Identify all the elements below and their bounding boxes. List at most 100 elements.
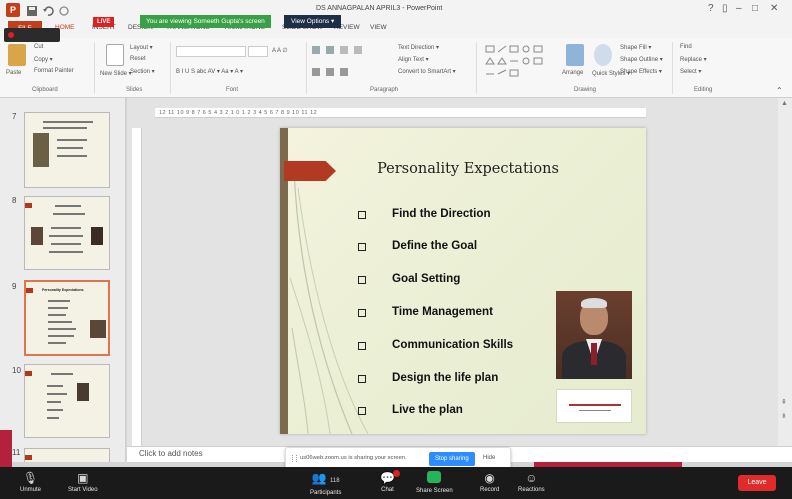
- convert-smartart-button[interactable]: Convert to SmartArt ▾: [398, 68, 456, 75]
- shape-fill-button[interactable]: Shape Fill ▾: [620, 44, 651, 51]
- record-button[interactable]: ◉ Record: [480, 471, 499, 493]
- group-divider: [94, 42, 95, 94]
- reactions-label: Reactions: [518, 487, 545, 493]
- ribbon: Paste Cut Copy ▾ Format Painter Clipboar…: [0, 38, 792, 98]
- undo-icon[interactable]: [42, 4, 54, 16]
- share-screen-button[interactable]: Share Screen: [416, 471, 453, 494]
- signature-image[interactable]: [556, 389, 632, 423]
- layout-button[interactable]: Layout ▾: [130, 44, 153, 51]
- new-slide-icon[interactable]: [106, 44, 124, 66]
- paste-icon[interactable]: [8, 44, 26, 66]
- minimize-button[interactable]: –: [736, 3, 742, 14]
- format-painter-button[interactable]: Format Painter: [34, 68, 74, 74]
- slide-title[interactable]: Personality Expectations: [368, 161, 568, 177]
- redo-icon[interactable]: [58, 4, 70, 16]
- align-left-icon[interactable]: [312, 68, 320, 76]
- align-center-icon[interactable]: [326, 68, 334, 76]
- find-button[interactable]: Find: [680, 44, 692, 50]
- hide-button[interactable]: Hide: [483, 455, 495, 461]
- cut-button[interactable]: Cut: [34, 44, 43, 50]
- start-video-label: Start Video: [68, 487, 98, 493]
- previous-slide-icon[interactable]: ⇞: [781, 398, 787, 406]
- participants-button[interactable]: 👥 118 Participants: [310, 471, 341, 496]
- tab-view[interactable]: VIEW: [370, 24, 387, 31]
- thumbnail-line: [43, 127, 87, 129]
- drag-handle-icon[interactable]: [292, 455, 297, 462]
- font-size-box[interactable]: [248, 46, 268, 57]
- help-button[interactable]: ?: [708, 3, 714, 14]
- font-size-controls[interactable]: A A ∅: [272, 47, 288, 54]
- thumbnail-photo: [33, 133, 49, 167]
- slide-thumbnail-10[interactable]: [24, 364, 110, 438]
- portrait-photo[interactable]: [556, 291, 632, 379]
- slide-thumbnail-8[interactable]: [24, 196, 110, 270]
- font-name-box[interactable]: [176, 46, 246, 57]
- slide-thumbnail-7[interactable]: [24, 112, 110, 188]
- arrange-icon[interactable]: [566, 44, 584, 66]
- vertical-scrollbar[interactable]: ▲ ⇞ ⇟: [778, 98, 792, 446]
- align-text-button[interactable]: Align Text ▾: [398, 56, 429, 63]
- shape-outline-button[interactable]: Shape Outline ▾: [620, 56, 663, 63]
- notes-placeholder[interactable]: Click to add notes: [139, 449, 203, 458]
- leave-button[interactable]: Leave: [738, 475, 776, 491]
- arrange-button[interactable]: Arrange: [562, 70, 583, 76]
- drawing-group-label: Drawing: [574, 87, 597, 93]
- paste-button[interactable]: Paste: [6, 70, 21, 76]
- slide-thumbnail-9[interactable]: Personality Expectations: [24, 280, 110, 356]
- share-screen-icon: [427, 471, 442, 483]
- thumbnail-line: [43, 121, 93, 123]
- reactions-button[interactable]: ☺ Reactions: [518, 471, 545, 493]
- recording-indicator[interactable]: [4, 28, 60, 42]
- screenshot-root: P DS ANNAGPALAN APRIL3 - PowerPoint ? ▯ …: [0, 0, 792, 499]
- thumbnail-line: [48, 314, 66, 316]
- unmute-button[interactable]: 🎙 Unmute: [20, 471, 41, 493]
- zoom-meeting-toolbar: 🎙 Unmute ▣ Start Video 👥 118 Participant…: [0, 467, 792, 499]
- thumbnail-photo: [91, 227, 103, 245]
- decrease-indent-icon[interactable]: [340, 46, 348, 54]
- slide-canvas[interactable]: Personality Expectations Find the Direct…: [280, 128, 646, 434]
- numbering-icon[interactable]: [326, 46, 334, 54]
- slide-thumbnail-pane: 7 8 9 Personality Expectations 10 11: [0, 98, 126, 462]
- group-divider: [672, 42, 673, 94]
- slide-thumbnail-11[interactable]: [24, 448, 110, 462]
- thumbnail-accent: [26, 288, 33, 293]
- new-slide-button[interactable]: New Slide ▾: [100, 70, 132, 77]
- thumbnail-line: [48, 321, 72, 323]
- maximize-button[interactable]: □: [752, 3, 758, 14]
- ribbon-display-button[interactable]: ▯: [722, 3, 728, 14]
- section-button[interactable]: Section ▾: [130, 68, 155, 75]
- clipboard-group-label: Clipboard: [32, 87, 58, 93]
- copy-button[interactable]: Copy ▾: [34, 56, 53, 63]
- view-options-button[interactable]: View Options ▾: [284, 15, 342, 28]
- next-slide-icon[interactable]: ⇟: [781, 412, 787, 420]
- quick-styles-icon[interactable]: [594, 44, 612, 66]
- share-screen-label: Share Screen: [416, 488, 453, 494]
- start-video-button[interactable]: ▣ Start Video: [68, 471, 98, 493]
- video-off-icon: ▣: [77, 471, 89, 485]
- bullets-icon[interactable]: [312, 46, 320, 54]
- title-bar: P DS ANNAGPALAN APRIL3 - PowerPoint ? ▯ …: [0, 0, 792, 20]
- shape-effects-button[interactable]: Shape Effects ▾: [620, 68, 662, 75]
- select-button[interactable]: Select ▾: [680, 68, 701, 75]
- reactions-icon: ☺: [525, 471, 538, 485]
- group-divider: [170, 42, 171, 94]
- thumbnail-line: [47, 401, 61, 403]
- portrait-tie: [591, 343, 597, 365]
- bullet-text: Define the Goal: [392, 239, 478, 252]
- stop-sharing-button[interactable]: Stop sharing: [429, 452, 475, 466]
- collapse-ribbon-icon[interactable]: ⌃: [776, 86, 783, 95]
- replace-button[interactable]: Replace ▾: [680, 56, 707, 63]
- save-icon[interactable]: [26, 4, 38, 16]
- font-format-row[interactable]: B I U S abc AV ▾ Aa ▾ A ▾: [176, 68, 243, 75]
- powerpoint-app-icon[interactable]: P: [6, 3, 20, 17]
- shapes-gallery-icon[interactable]: [484, 44, 554, 80]
- thumbnail-title: Personality Expectations: [42, 288, 84, 292]
- checkbox-bullet-icon: [358, 407, 366, 415]
- text-direction-button[interactable]: Text Direction ▾: [398, 44, 439, 51]
- close-button[interactable]: ✕: [770, 3, 778, 14]
- reset-button[interactable]: Reset: [130, 56, 146, 62]
- increase-indent-icon[interactable]: [354, 46, 362, 54]
- align-right-icon[interactable]: [340, 68, 348, 76]
- thumbnail-photo: [31, 227, 43, 245]
- scroll-up-icon[interactable]: ▲: [781, 100, 788, 107]
